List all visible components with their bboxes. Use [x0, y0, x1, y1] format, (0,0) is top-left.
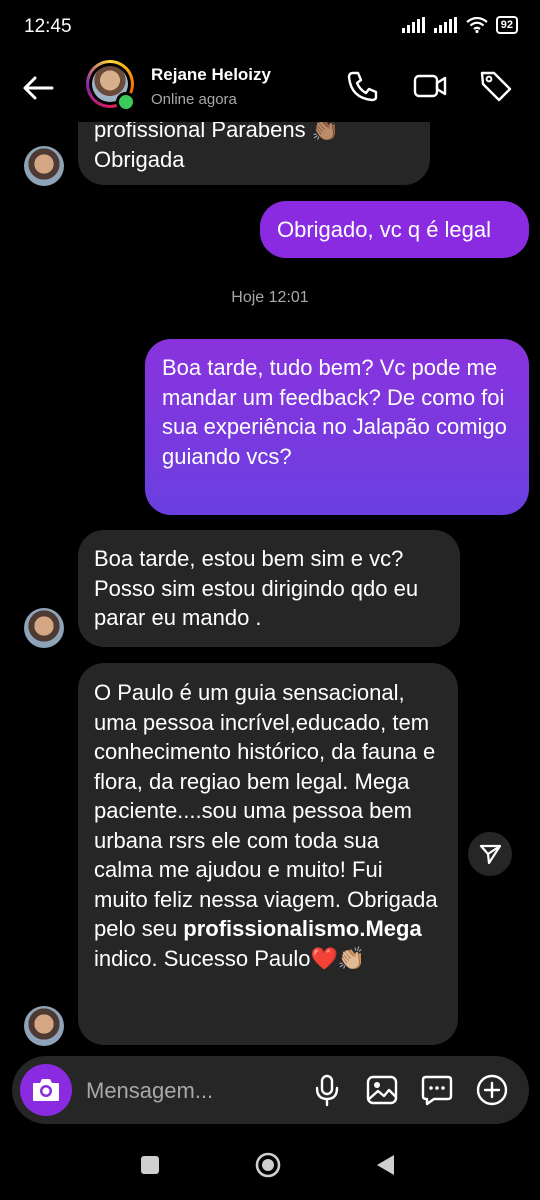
status-bar: 12:45 92	[0, 0, 540, 56]
chat-header: Rejane Heloizy Online agora	[0, 56, 540, 122]
message-bubble-received[interactable]: O Paulo é um guia sensacional, uma pesso…	[78, 663, 458, 1045]
sender-avatar[interactable]	[24, 146, 64, 186]
signal-icon	[401, 17, 425, 33]
home-icon[interactable]	[253, 1150, 283, 1180]
add-icon[interactable]	[475, 1073, 509, 1107]
message-text: Boa tarde, tudo bem? Vc pode me mandar u…	[162, 355, 507, 469]
contact-name[interactable]: Rejane Heloizy	[151, 65, 271, 85]
camera-button[interactable]	[20, 1064, 72, 1116]
message-text: Obrigada	[94, 146, 185, 172]
sender-avatar[interactable]	[24, 608, 64, 648]
message-bubble-sent[interactable]: Obrigado, vc q é legal	[260, 201, 529, 258]
message-text-bold: profissionalismo.Mega	[183, 916, 422, 941]
video-call-icon[interactable]	[412, 68, 448, 104]
message-composer	[12, 1056, 529, 1124]
message-text: O Paulo é um guia sensacional, uma pesso…	[94, 680, 438, 941]
gallery-icon[interactable]	[365, 1073, 399, 1107]
camera-icon	[33, 1079, 59, 1101]
message-bubble-sent[interactable]: Boa tarde, tudo bem? Vc pode me mandar u…	[145, 339, 529, 515]
share-message-button[interactable]	[468, 832, 512, 876]
message-input[interactable]	[84, 1074, 308, 1108]
back-triangle-icon[interactable]	[371, 1150, 401, 1180]
tag-icon[interactable]	[478, 68, 514, 104]
sender-avatar[interactable]	[24, 1006, 64, 1046]
signal-icon	[433, 17, 457, 33]
send-icon	[479, 844, 502, 865]
message-text: indico. Sucesso Paulo❤️👏🏼	[94, 945, 366, 971]
online-status-dot	[116, 92, 136, 112]
back-arrow-icon[interactable]	[20, 70, 56, 106]
microphone-icon[interactable]	[310, 1073, 344, 1107]
message-text: Boa tarde, estou bem sim e vc? Posso sim…	[94, 546, 419, 630]
phone-icon[interactable]	[345, 68, 381, 104]
contact-status: Online agora	[151, 91, 237, 108]
message-timestamp: Hoje 12:01	[231, 289, 309, 306]
wifi-icon	[466, 17, 488, 33]
system-nav-bar	[0, 1130, 540, 1200]
status-time: 12:45	[24, 16, 72, 37]
status-icons: 92	[401, 16, 518, 34]
message-text: Obrigado, vc q é legal	[277, 217, 492, 242]
battery-indicator: 92	[495, 16, 518, 34]
sticker-chat-icon[interactable]	[420, 1073, 454, 1107]
message-bubble-received[interactable]: Boa tarde, estou bem sim e vc? Posso sim…	[78, 530, 460, 647]
recents-icon[interactable]	[135, 1150, 165, 1180]
